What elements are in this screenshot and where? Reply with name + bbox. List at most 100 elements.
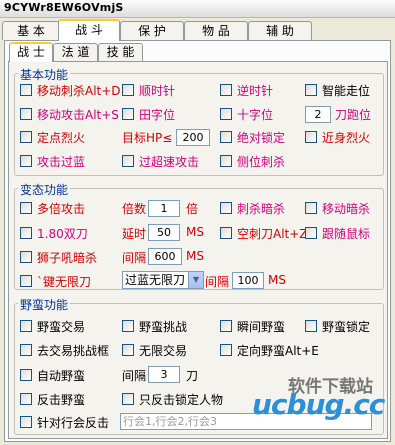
clockwise-label: 顺时针 (139, 84, 176, 98)
barb-challenge-label: 野蛮挑战 (139, 320, 188, 334)
move-attack-label: 移动攻击Alt+S (37, 108, 119, 122)
tab-skills[interactable]: 技 能 (98, 43, 143, 61)
move-stab-label: 移动刺杀Alt+D (37, 84, 121, 98)
target-hp-label: 目标HP≤ (122, 131, 173, 145)
counter-lock-only-label: 只反击锁定人物 (139, 393, 224, 407)
interval-unit: MS (186, 249, 204, 263)
double-blade-label: 1.80双刀 (37, 227, 88, 241)
interval2-label: 间隔 (205, 275, 230, 289)
barb-instant-checkbox[interactable] (220, 320, 232, 332)
move-stab-checkbox[interactable] (20, 84, 32, 96)
tab-warrior[interactable]: 战 士 (9, 42, 53, 62)
stab-hidden-checkbox[interactable] (220, 202, 232, 214)
move-hidden-label: 移动暗杀 (322, 202, 371, 216)
melee-fire-checkbox[interactable] (305, 131, 317, 143)
overspeed-label: 过超速攻击 (139, 155, 200, 169)
absolute-lock-checkbox[interactable] (220, 131, 232, 143)
blade-mode-select[interactable]: 过蓝无限刀 ▼ (122, 271, 204, 289)
auto-barb-label: 自动野蛮 (37, 369, 86, 383)
title-bar[interactable]: 9CYWr8EW6OVmjS (0, 0, 395, 18)
smart-walk-label: 智能走位 (322, 84, 371, 98)
basic-group-title: 基本功能 (18, 66, 71, 83)
barb-interval-input[interactable]: 3 (148, 366, 180, 383)
clockwise-checkbox[interactable] (122, 84, 134, 96)
counterclockwise-label: 逆时针 (237, 84, 274, 98)
cross-pos-checkbox[interactable] (220, 108, 232, 120)
barb-lock-label: 野蛮锁定 (322, 320, 371, 334)
stab-hidden-label: 刺杀暗杀 (237, 202, 286, 216)
one-key-blade-checkbox[interactable] (20, 275, 32, 287)
barb-interval-unit: 刀 (186, 369, 199, 383)
abnormal-group-title: 变态功能 (18, 181, 71, 198)
follow-mouse-checkbox[interactable] (305, 227, 317, 239)
blade-mode-value: 过蓝无限刀 (125, 273, 186, 287)
multiplier-input[interactable]: 1 (148, 200, 180, 217)
one-key-blade-label: `键无限刀 (37, 275, 92, 289)
attack-blue-label: 攻击过蓝 (37, 155, 86, 169)
counter-barb-label: 反击野蛮 (37, 393, 86, 407)
tab-combat[interactable]: 战 斗 (58, 19, 120, 41)
tab-protect[interactable]: 保 护 (120, 21, 184, 40)
row-counter-label: 针对行会反击 (37, 416, 110, 430)
side-stab-checkbox[interactable] (220, 155, 232, 167)
interval-label: 间隔 (122, 251, 147, 265)
barb-challenge-checkbox[interactable] (122, 320, 134, 332)
interval-input[interactable]: 600 (148, 248, 182, 265)
air-blade-label: 空刺刀Alt+Z (237, 227, 308, 241)
interval2-input[interactable]: 100 (232, 272, 264, 289)
side-stab-label: 侧位刺杀 (237, 155, 286, 169)
directional-checkbox[interactable] (220, 344, 232, 356)
barb-instant-label: 瞬间野蛮 (237, 320, 286, 334)
lion-roar-label: 狮子吼暗杀 (37, 251, 98, 265)
watermark-logo: ucbug.cc (252, 388, 385, 421)
cross-pos-label: 十字位 (237, 108, 274, 122)
attack-blue-checkbox[interactable] (20, 155, 32, 167)
dropdown-arrow-icon[interactable]: ▼ (188, 272, 203, 288)
tab-basic[interactable]: 基 本 (2, 21, 60, 40)
multi-attack-checkbox[interactable] (20, 202, 32, 214)
fixed-fire-label: 定点烈火 (37, 131, 86, 145)
tian-pos-checkbox[interactable] (122, 108, 134, 120)
delay-unit: MS (186, 225, 204, 239)
move-hidden-checkbox[interactable] (305, 202, 317, 214)
air-blade-checkbox[interactable] (220, 227, 232, 239)
row-counter-checkbox[interactable] (20, 416, 32, 428)
unlimited-trade-checkbox[interactable] (122, 344, 134, 356)
barb-lock-checkbox[interactable] (305, 320, 317, 332)
barbarian-group-title: 野蛮功能 (18, 296, 71, 313)
counter-lock-only-checkbox[interactable] (122, 393, 134, 405)
barb-interval-label: 间隔 (122, 369, 147, 383)
multiplier-label: 倍数 (122, 202, 147, 216)
remove-trade-box-label: 去交易挑战框 (37, 344, 110, 358)
tab-items[interactable]: 物 品 (184, 21, 248, 40)
absolute-lock-label: 绝对锁定 (237, 131, 286, 145)
delay-label: 延时 (122, 227, 147, 241)
remove-trade-box-checkbox[interactable] (20, 344, 32, 356)
counter-barb-checkbox[interactable] (20, 393, 32, 405)
multiplier-unit: 倍 (186, 202, 199, 216)
follow-mouse-label: 跟随鼠标 (322, 227, 371, 241)
directional-label: 定向野蛮Alt+E (237, 344, 319, 358)
move-attack-checkbox[interactable] (20, 108, 32, 120)
barb-trade-checkbox[interactable] (20, 320, 32, 332)
smart-walk-checkbox[interactable] (305, 84, 317, 96)
unlimited-trade-label: 无限交易 (139, 344, 188, 358)
blade-steps-input[interactable]: 2 (305, 106, 331, 123)
window-title: 9CYWr8EW6OVmjS (4, 1, 124, 14)
delay-input[interactable]: 50 (148, 224, 180, 241)
fixed-fire-checkbox[interactable] (20, 131, 32, 143)
melee-fire-label: 近身烈火 (322, 131, 371, 145)
barb-trade-label: 野蛮交易 (37, 320, 86, 334)
multi-attack-label: 多倍攻击 (37, 202, 86, 216)
interval2-unit: MS (268, 273, 286, 287)
tab-taoist[interactable]: 法 道 (53, 43, 98, 61)
target-hp-input[interactable]: 200 (176, 129, 210, 146)
overspeed-checkbox[interactable] (122, 155, 134, 167)
double-blade-checkbox[interactable] (20, 227, 32, 239)
tab-assist[interactable]: 辅 助 (248, 21, 312, 40)
counterclockwise-checkbox[interactable] (220, 84, 232, 96)
lion-roar-checkbox[interactable] (20, 251, 32, 263)
blade-pos-label: 刀跑位 (335, 108, 372, 122)
auto-barb-checkbox[interactable] (20, 369, 32, 381)
tian-pos-label: 田字位 (139, 108, 176, 122)
